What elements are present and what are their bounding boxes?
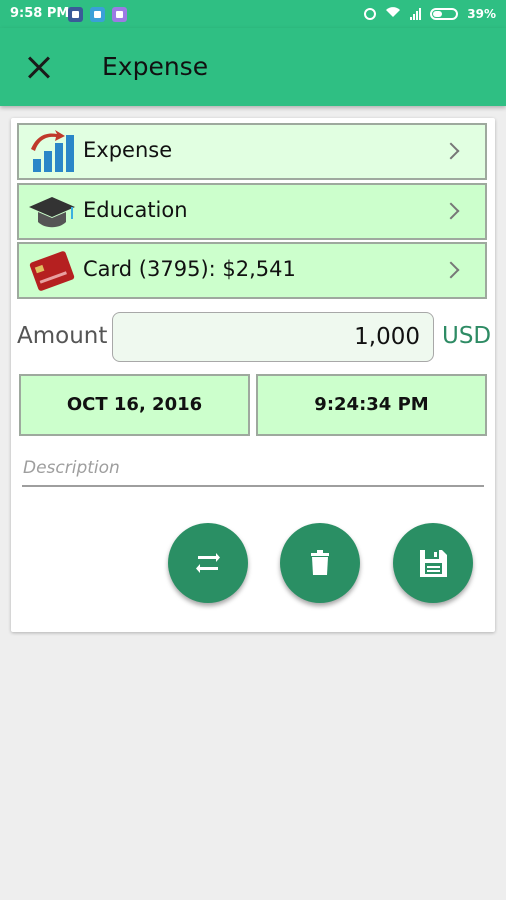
- notification-app-icon: [68, 7, 83, 22]
- expense-form-card: Expense Education Card (3795): $2,541 Am…: [11, 118, 495, 632]
- chevron-right-icon: [442, 202, 460, 220]
- battery-percent: 39%: [467, 6, 496, 21]
- account-label: Card (3795): $2,541: [83, 257, 296, 281]
- close-button[interactable]: [22, 50, 56, 84]
- category-label: Education: [83, 198, 188, 222]
- repeat-button[interactable]: [168, 523, 248, 603]
- time-picker-button[interactable]: 9:24:34 PM: [256, 374, 487, 436]
- currency-button[interactable]: USD: [442, 323, 491, 349]
- description-input[interactable]: Description: [23, 458, 120, 478]
- delete-button[interactable]: [280, 523, 360, 603]
- amount-input[interactable]: 1,000: [112, 312, 434, 362]
- account-selector-row[interactable]: Card (3795): $2,541: [17, 242, 487, 299]
- repeat-icon: [196, 553, 220, 573]
- notification-app-icon: [90, 7, 105, 22]
- battery-icon: [430, 7, 459, 20]
- description-underline: [22, 485, 484, 487]
- graduation-cap-icon: [27, 189, 77, 235]
- credit-card-icon: [27, 248, 77, 294]
- expense-chart-icon: [27, 129, 77, 175]
- amount-label: Amount: [17, 323, 108, 349]
- wifi-icon: [385, 6, 401, 21]
- floppy-disk-icon: [420, 550, 447, 577]
- trash-icon: [311, 550, 329, 575]
- chevron-right-icon: [442, 142, 460, 160]
- notification-app-icon: [112, 7, 127, 22]
- page-title: Expense: [102, 52, 209, 81]
- date-picker-button[interactable]: OCT 16, 2016: [19, 374, 250, 436]
- category-selector-row[interactable]: Education: [17, 183, 487, 240]
- signal-icon: [410, 7, 422, 20]
- status-time: 9:58 PM: [10, 6, 70, 21]
- status-indicators: 39%: [364, 6, 496, 21]
- type-selector-row[interactable]: Expense: [17, 123, 487, 180]
- app-bar: Expense: [0, 28, 506, 106]
- save-button[interactable]: [393, 523, 473, 603]
- alarm-icon: [364, 7, 377, 20]
- status-bar: 9:58 PM 39%: [0, 0, 506, 28]
- chevron-right-icon: [442, 261, 460, 279]
- type-label: Expense: [83, 138, 173, 162]
